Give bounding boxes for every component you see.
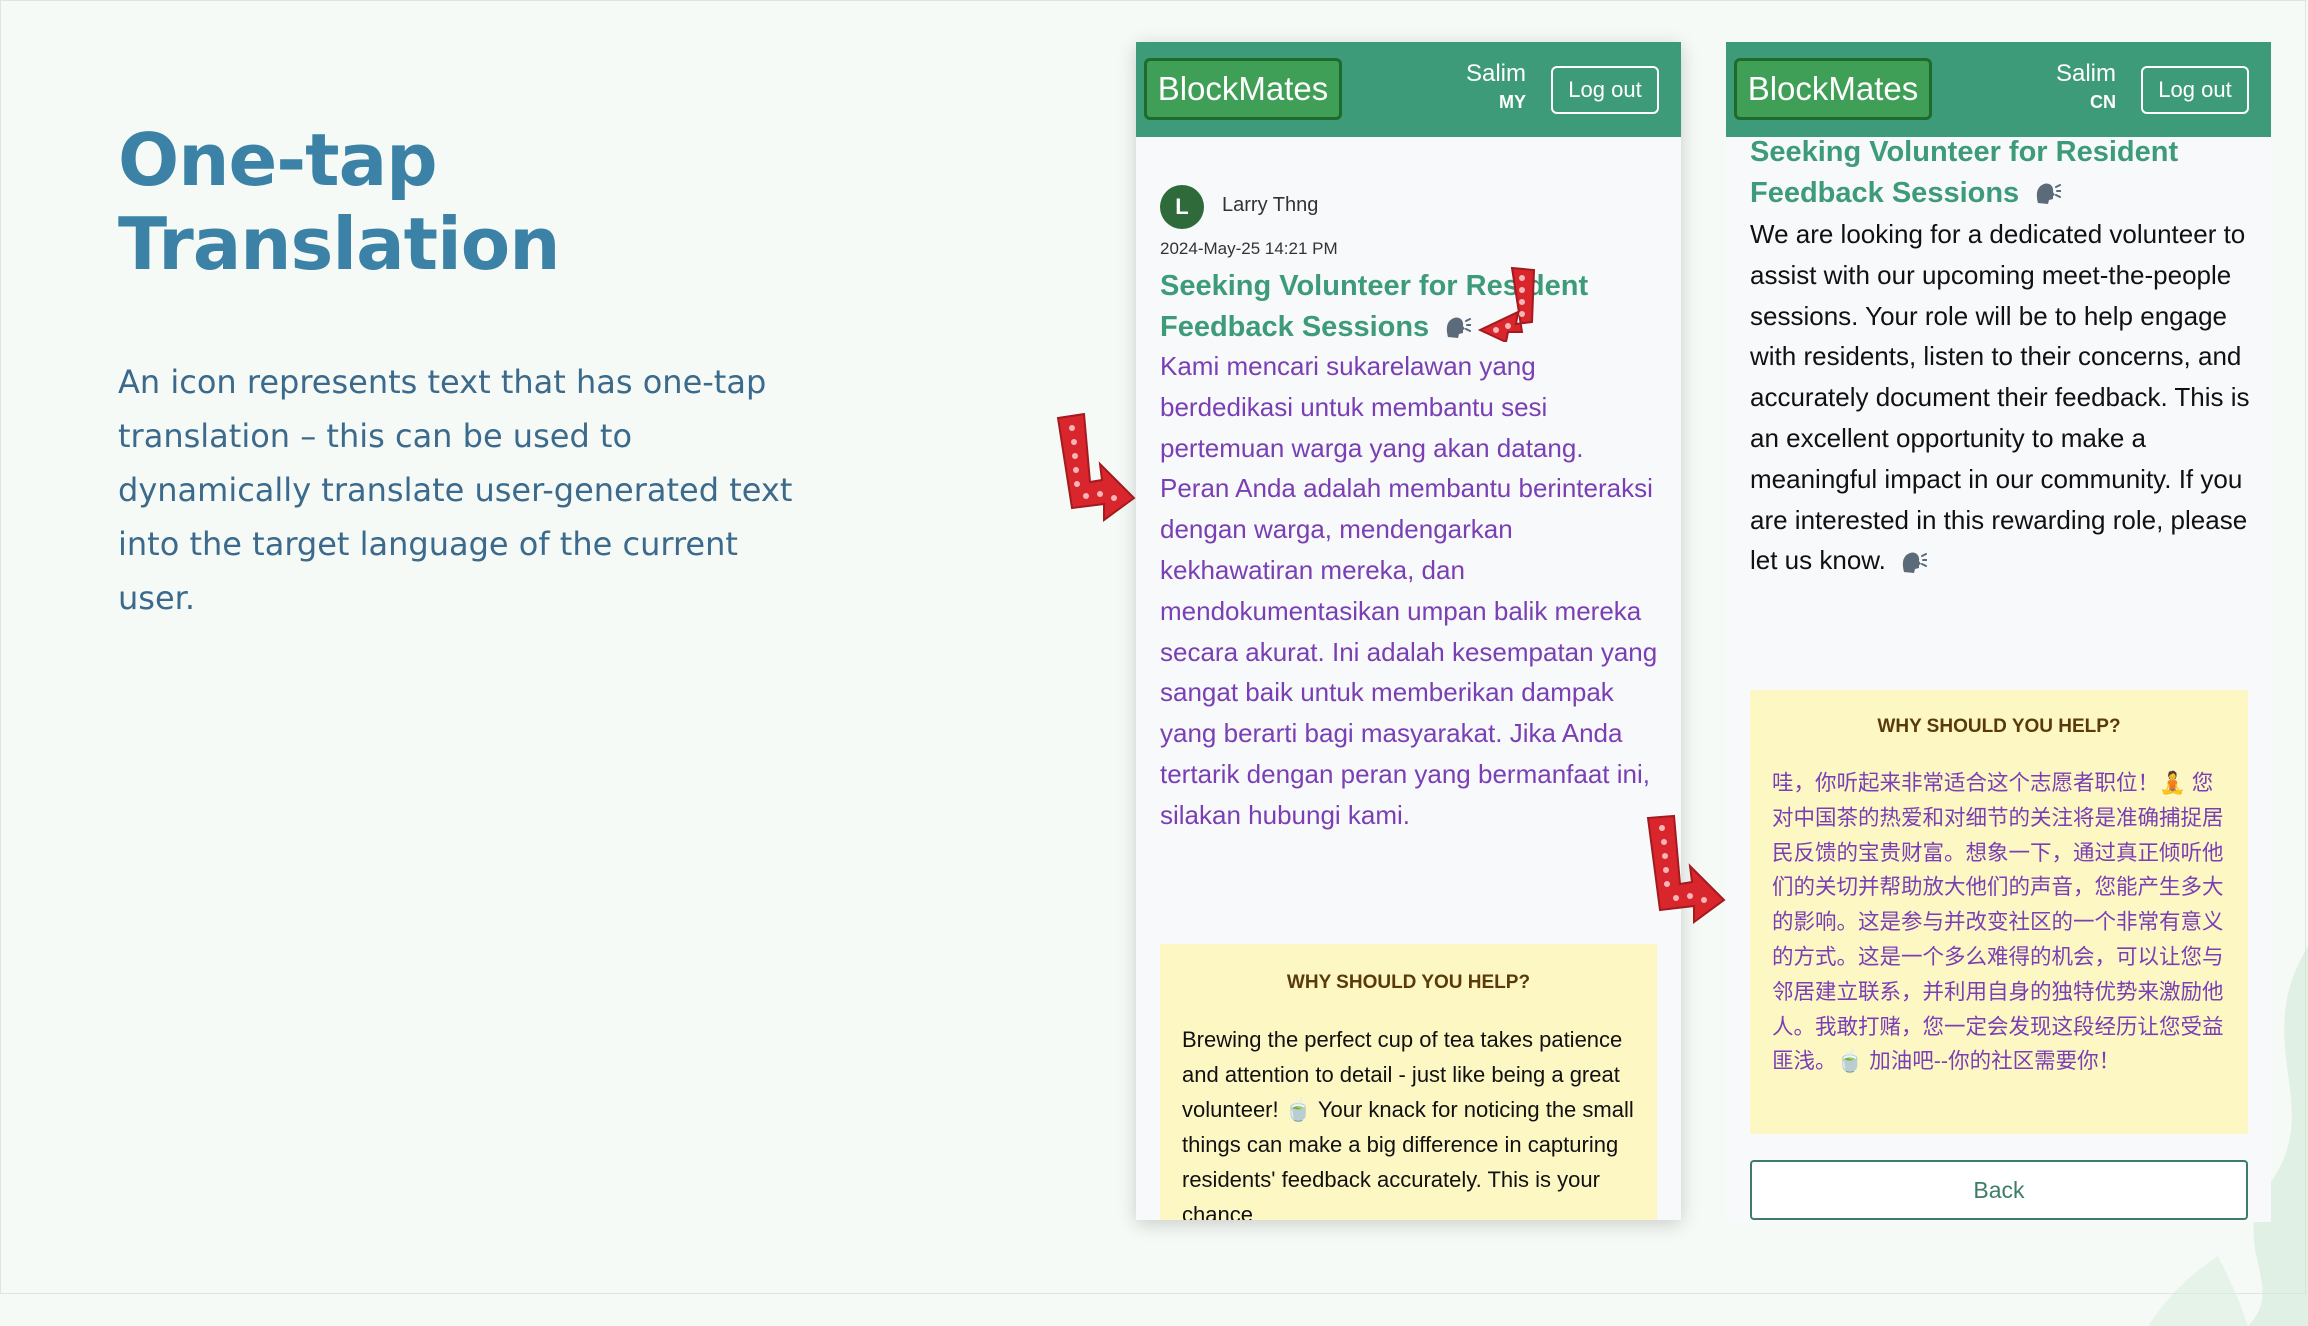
post-body-original: We are looking for a dedicated volunteer… (1750, 214, 2255, 581)
help-box-title: WHY SHOULD YOU HELP? (1877, 716, 2121, 737)
back-button[interactable]: Back (1750, 1160, 2248, 1220)
post-title-line1: Seeking Volunteer for Resident (1160, 270, 1589, 302)
speaking-head-icon[interactable] (1443, 315, 1472, 341)
user-name: Salim (1465, 60, 1526, 87)
slide-title-line2: Translation (118, 202, 561, 286)
help-box-text: Brewing the perfect cup of tea takes pat… (1182, 1027, 1634, 1220)
phone-screen-my: BlockMates Salim MY Log out L Larry Thng… (1136, 42, 1681, 1220)
marquee-down-left-arrow-icon (1478, 266, 1536, 342)
app-header: BlockMates Salim CN Log out (1726, 42, 2271, 137)
post-title: Seeking Volunteer for Resident Feedback … (1750, 132, 2260, 214)
post-title-line2: Feedback Sessions (1750, 177, 2020, 209)
user-language: MY (1499, 92, 1526, 112)
post-body-translated: Kami mencari sukarelawan yang berdedikas… (1160, 351, 1658, 830)
help-box-title: WHY SHOULD YOU HELP? (1286, 972, 1531, 993)
speaking-head-icon[interactable] (2033, 181, 2062, 207)
logout-button[interactable]: Log out (2141, 66, 2249, 114)
marquee-down-right-arrow-icon (1646, 814, 1726, 924)
post-body-text: We are looking for a dedicated volunteer… (1750, 219, 2250, 576)
help-box: WHY SHOULD YOU HELP? Brewing the perfect… (1160, 944, 1657, 1220)
avatar: L (1160, 185, 1204, 229)
post-title-line1: Seeking Volunteer for Resident (1750, 136, 2179, 168)
slide-description: An icon represents text that has one-tap… (118, 363, 793, 617)
user-language: CN (2090, 92, 2116, 112)
post-title-line2: Feedback Sessions (1160, 311, 1430, 343)
post-author: Larry Thng (1222, 194, 1319, 216)
help-box-text-translated: 哇，你听起来非常适合这个志愿者职位！🧘 您对中国茶的热爱和对细节的关注将是准确捕… (1772, 771, 2224, 1074)
slide-title-line1: One-tap (118, 118, 438, 202)
help-box: WHY SHOULD YOU HELP? 哇，你听起来非常适合这个志愿者职位！🧘… (1750, 690, 2248, 1134)
speaking-head-icon[interactable] (1899, 550, 1928, 576)
user-name: Salim (2055, 60, 2116, 87)
blockmates-logo[interactable]: BlockMates (1734, 58, 1932, 120)
slide-title: One-tap Translation (118, 118, 718, 286)
phone-screen-cn: BlockMates Salim CN Log out Seeking Volu… (1726, 42, 2271, 1222)
post-timestamp: 2024-May-25 14:21 PM (1160, 239, 1338, 258)
marquee-down-right-arrow-icon (1056, 412, 1136, 522)
app-header: BlockMates Salim MY Log out (1136, 42, 1681, 137)
post-title: Seeking Volunteer for Resident Feedback … (1160, 266, 1670, 348)
blockmates-logo[interactable]: BlockMates (1144, 58, 1342, 120)
logout-button[interactable]: Log out (1551, 66, 1659, 114)
